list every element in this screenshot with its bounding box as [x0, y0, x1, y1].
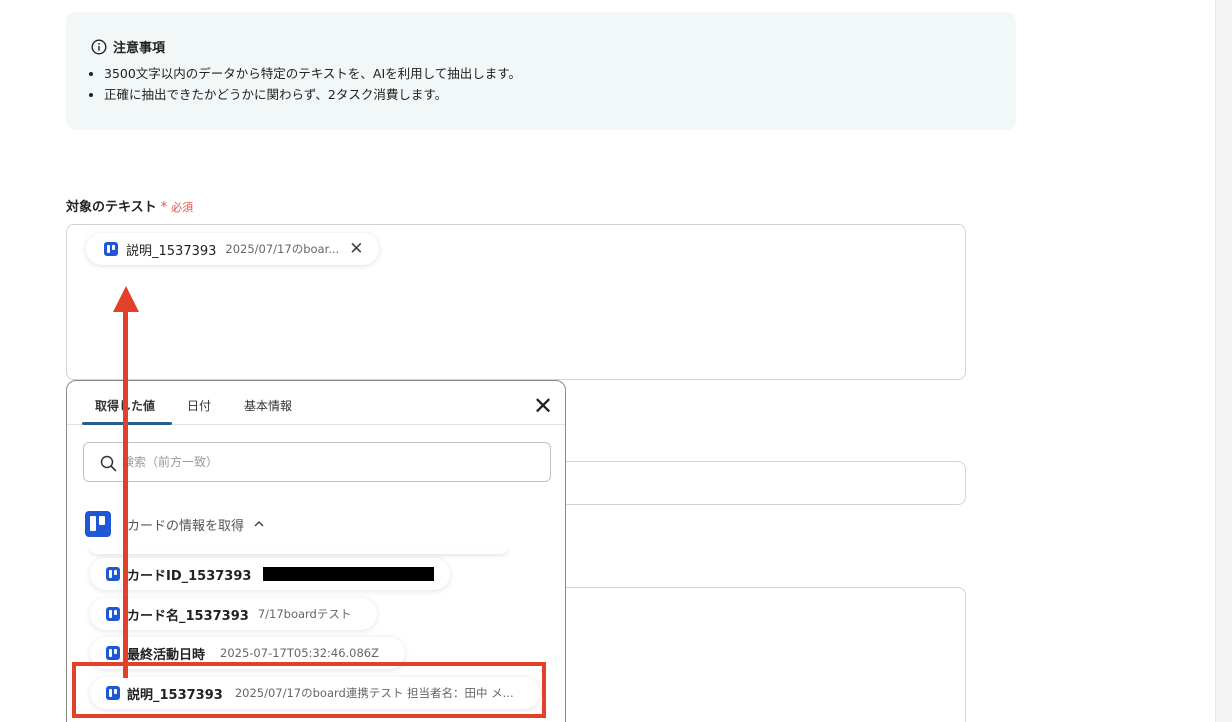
- list-item[interactable]: [89, 546, 509, 554]
- required-text: 必須: [171, 201, 194, 214]
- annotation-arrow-line: [123, 306, 128, 678]
- chip-label: 説明_1537393: [126, 243, 217, 259]
- tab-date[interactable]: 日付: [187, 397, 211, 414]
- group-label: カードの情報を取得: [127, 518, 245, 534]
- trello-icon: [106, 607, 120, 621]
- annotation-arrow-head: [113, 286, 139, 312]
- search-icon: [100, 455, 117, 472]
- search-field[interactable]: [83, 442, 551, 482]
- page-scrollbar[interactable]: [1215, 0, 1232, 722]
- item-label: カードID_1537393: [127, 568, 252, 584]
- field-label: 対象のテキスト * 必須: [66, 196, 193, 215]
- annotation-highlight-box: [72, 662, 546, 718]
- extraction-field-input[interactable]: [540, 587, 966, 722]
- trello-icon: [106, 567, 120, 581]
- picker-tabs: 取得した値 日付 基本情報 ✕: [67, 381, 565, 425]
- info-icon: [91, 38, 107, 55]
- trello-icon: [85, 511, 111, 537]
- trello-icon: [106, 646, 120, 660]
- search-input[interactable]: [122, 455, 522, 469]
- item-value: 7/17boardテスト: [257, 607, 352, 621]
- notice-title-text: 注意事項: [113, 41, 166, 56]
- field-label-text: 対象のテキスト: [66, 200, 157, 215]
- list-item[interactable]: カード名_1537393 7/17boardテスト: [90, 598, 378, 630]
- notice-list: 3500文字以内のデータから特定のテキストを、AIを利用して抽出します。 正確に…: [104, 66, 521, 108]
- notice-item: 正確に抽出できたかどうかに関わらず、2タスク消費します。: [104, 87, 521, 102]
- group-header[interactable]: カードの情報を取得: [85, 511, 264, 537]
- selected-value-chip[interactable]: 説明_1537393 2025/07/17のboar... ✕: [86, 233, 380, 265]
- notice-item: 3500文字以内のデータから特定のテキストを、AIを利用して抽出します。: [104, 66, 521, 81]
- tab-basic-info[interactable]: 基本情報: [244, 397, 292, 414]
- notice-title: 注意事項: [91, 37, 165, 56]
- required-star: *: [160, 200, 168, 215]
- close-icon[interactable]: ✕: [349, 240, 363, 258]
- notice-box: 注意事項 3500文字以内のデータから特定のテキストを、AIを利用して抽出します…: [66, 12, 1016, 130]
- trello-icon: [104, 242, 118, 256]
- redacted-value: [263, 567, 434, 581]
- item-label: 最終活動日時: [127, 647, 206, 663]
- next-field-input[interactable]: [540, 461, 966, 505]
- chip-value: 2025/07/17のboar...: [225, 242, 340, 256]
- list-item[interactable]: カードID_1537393: [90, 558, 450, 590]
- close-icon[interactable]: ✕: [533, 394, 553, 418]
- item-label: カード名_1537393: [127, 608, 249, 624]
- item-value: 2025-07-17T05:32:46.086Z: [220, 646, 380, 660]
- chevron-up-icon[interactable]: [254, 519, 264, 529]
